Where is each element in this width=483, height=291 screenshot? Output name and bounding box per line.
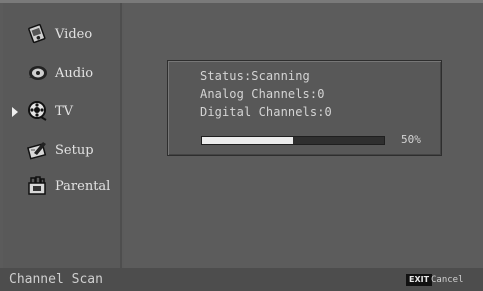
menu-item-label: TV <box>55 103 74 119</box>
sidebar-menu: Video Audio TV Setup Parental <box>3 3 122 268</box>
exit-key-badge[interactable]: EXIT <box>406 274 433 286</box>
scan-progress-bar <box>201 136 385 145</box>
channel-scan-panel: Status:Scanning Analog Channels:0 Digita… <box>167 60 442 156</box>
screen: Video Audio TV Setup Parental Status:Sca… <box>0 0 483 291</box>
tv-icon <box>25 99 49 123</box>
menu-item-parental[interactable]: Parental <box>25 172 122 200</box>
menu-item-video[interactable]: Video <box>25 20 122 48</box>
digital-channels-text: Digital Channels:0 <box>200 105 332 119</box>
audio-icon <box>25 61 49 85</box>
footer-bar: Channel Scan EXIT Cancel <box>0 268 483 291</box>
menu-item-label: Setup <box>55 142 94 158</box>
scan-progress-percent: 50% <box>401 133 421 146</box>
menu-item-tv[interactable]: TV <box>25 97 122 125</box>
menu-item-label: Audio <box>55 65 94 81</box>
setup-icon <box>25 138 49 162</box>
menu-item-label: Video <box>55 26 93 42</box>
video-icon <box>25 22 49 46</box>
menu-item-label: Parental <box>55 178 111 194</box>
analog-channels-text: Analog Channels:0 <box>200 87 325 101</box>
menu-item-audio[interactable]: Audio <box>25 59 122 87</box>
cancel-label: Cancel <box>431 275 464 285</box>
footer-title: Channel Scan <box>9 272 103 287</box>
selection-arrow-icon <box>12 107 18 117</box>
scan-progress-fill <box>202 137 293 144</box>
scan-status-text: Status:Scanning <box>200 69 310 83</box>
parental-icon <box>25 174 49 198</box>
menu-item-setup[interactable]: Setup <box>25 136 122 164</box>
